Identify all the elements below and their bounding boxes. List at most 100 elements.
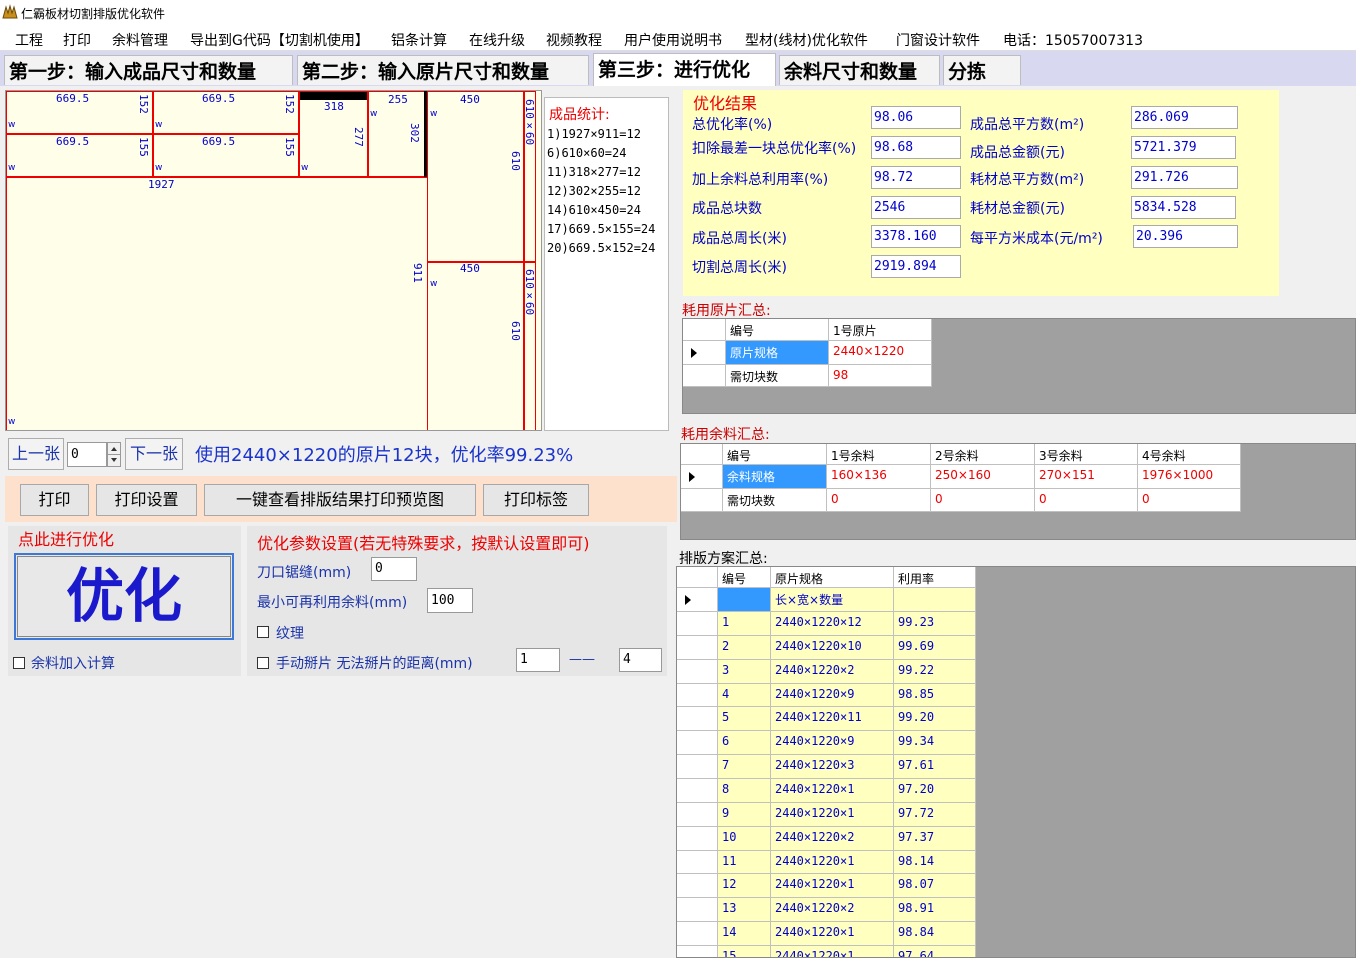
plan-spec-cell[interactable]: 2440×1220×2 xyxy=(771,827,894,851)
plan-rate-cell[interactable]: 99.34 xyxy=(894,731,976,755)
grid-cell[interactable]: 2440×1220 xyxy=(829,341,932,365)
min-reuse-input[interactable]: 100 xyxy=(427,588,473,613)
plan-number-cell[interactable]: 11 xyxy=(718,851,771,874)
grid-cell[interactable]: 0 xyxy=(931,489,1035,512)
plan-spec-cell[interactable]: 2440×1220×1 xyxy=(771,851,894,874)
plans-grid[interactable]: 编号 原片规格 利用率 长×宽×数量 1 2440×1220×12 99.23 2 24… xyxy=(676,566,1356,958)
plan-rate-cell[interactable]: 97.37 xyxy=(894,827,976,851)
plan-number-cell[interactable]: 12 xyxy=(718,874,771,898)
grid-cell[interactable]: 250×160 xyxy=(931,465,1035,489)
plan-rate-cell[interactable]: 97.64 xyxy=(894,946,976,957)
plan-rate-cell[interactable]: 98.84 xyxy=(894,922,976,946)
grid-cell[interactable]: 0 xyxy=(827,489,931,512)
plan-spec-cell[interactable]: 2440×1220×2 xyxy=(771,898,894,922)
plan-spec-cell[interactable]: 2440×1220×12 xyxy=(771,612,894,636)
plan-spec-cell[interactable]: 2440×1220×1 xyxy=(771,922,894,946)
print-label-button[interactable]: 打印标签 xyxy=(483,484,589,516)
plan-number-cell[interactable]: 15 xyxy=(718,946,771,957)
manual-break-from-input[interactable]: 1 xyxy=(516,648,560,672)
plan-number-cell[interactable]: 7 xyxy=(718,755,771,779)
plan-spec-cell[interactable]: 2440×1220×1 xyxy=(771,779,894,803)
menu-project[interactable]: 工程 xyxy=(15,30,43,50)
menu-print[interactable]: 打印 xyxy=(63,30,91,50)
plan-number-cell[interactable]: 3 xyxy=(718,660,771,684)
plan-rate-cell[interactable]: 99.20 xyxy=(894,707,976,731)
menu-aluminum-calc[interactable]: 铝条计算 xyxy=(391,30,447,50)
plan-number-cell[interactable]: 6 xyxy=(718,731,771,755)
plan-rate-cell[interactable]: 98.91 xyxy=(894,898,976,922)
layout-canvas[interactable]: 669.5 152 669.5 152 669.5 155 669.5 155 … xyxy=(5,90,542,431)
plan-rate-cell[interactable]: 97.61 xyxy=(894,755,976,779)
result-value: 98.68 xyxy=(871,136,961,159)
plan-number-cell[interactable]: 4 xyxy=(718,684,771,707)
menu-user-manual[interactable]: 用户使用说明书 xyxy=(624,30,722,50)
manual-break-checkbox[interactable] xyxy=(257,657,269,669)
plan-spec-cell[interactable]: 2440×1220×1 xyxy=(771,874,894,898)
plan-spec-cell[interactable]: 2440×1220×1 xyxy=(771,803,894,827)
plan-number-cell[interactable]: 2 xyxy=(718,636,771,660)
plan-number-cell[interactable]: 5 xyxy=(718,707,771,731)
grain-checkbox[interactable] xyxy=(257,626,269,638)
grid-cell[interactable]: 98 xyxy=(829,365,932,387)
params-title: 优化参数设置(若无特殊要求，按默认设置即可) xyxy=(257,534,590,553)
grid-cell[interactable]: 需切块数 xyxy=(726,365,829,387)
kerf-input[interactable]: 0 xyxy=(371,557,417,581)
tab-step1[interactable]: 第一步：输入成品尺寸和数量 xyxy=(4,55,293,85)
plan-spec-cell[interactable]: 2440×1220×9 xyxy=(771,684,894,707)
print-button[interactable]: 打印 xyxy=(20,484,89,516)
plan-rate-cell[interactable]: 99.69 xyxy=(894,636,976,660)
plan-rate-cell[interactable]: 98.85 xyxy=(894,684,976,707)
plan-spec-cell[interactable]: 2440×1220×1 xyxy=(771,946,894,957)
plan-rate-cell[interactable]: 99.23 xyxy=(894,612,976,636)
grid-cell[interactable] xyxy=(718,588,771,612)
menu-profile-software[interactable]: 型材(线材)优化软件 xyxy=(745,30,868,50)
grid-cell[interactable]: 0 xyxy=(1035,489,1138,512)
manual-break-to-input[interactable]: 4 xyxy=(619,648,662,672)
grid-cell[interactable]: 270×151 xyxy=(1035,465,1138,489)
plan-rate-cell[interactable]: 97.20 xyxy=(894,779,976,803)
menu-video-tutorial[interactable]: 视频教程 xyxy=(546,30,602,50)
plan-spec-cell[interactable]: 2440×1220×9 xyxy=(771,731,894,755)
menu-door-window-software[interactable]: 门窗设计软件 xyxy=(896,30,980,50)
print-setup-button[interactable]: 打印设置 xyxy=(96,484,197,516)
plan-number-cell[interactable]: 8 xyxy=(718,779,771,803)
menu-export-gcode[interactable]: 导出到G代码【切割机使用】 xyxy=(190,30,369,50)
sheet-index-spinner[interactable] xyxy=(107,442,121,467)
plan-rate-cell[interactable]: 97.72 xyxy=(894,803,976,827)
grid-cell[interactable]: 长×宽×数量 xyxy=(771,588,894,612)
optimize-button[interactable]: 优化 xyxy=(14,553,234,640)
prev-sheet-button[interactable]: 上一张 xyxy=(8,438,64,470)
sheets-grid[interactable]: 编号 1号原片 原片规格 2440×1220 需切块数 98 xyxy=(682,318,1356,414)
plan-spec-cell[interactable]: 2440×1220×10 xyxy=(771,636,894,660)
grid-cell[interactable]: 余料规格 xyxy=(723,465,827,489)
grid-cell[interactable]: 160×136 xyxy=(827,465,931,489)
grid-cell[interactable]: 需切块数 xyxy=(723,489,827,512)
tab-sort[interactable]: 分拣 xyxy=(943,55,1021,85)
tab-leftover[interactable]: 余料尺寸和数量 xyxy=(779,55,940,85)
grid-cell[interactable]: 0 xyxy=(1138,489,1241,512)
plan-number-cell[interactable]: 13 xyxy=(718,898,771,922)
plan-rate-cell[interactable]: 98.14 xyxy=(894,851,976,874)
plan-rate-cell[interactable]: 99.22 xyxy=(894,660,976,684)
plan-number-cell[interactable]: 9 xyxy=(718,803,771,827)
grid-cell[interactable]: 1976×1000 xyxy=(1138,465,1241,489)
menu-leftover-manage[interactable]: 余料管理 xyxy=(112,30,168,50)
tab-step3[interactable]: 第三步：进行优化 xyxy=(593,53,776,86)
plan-rate-cell[interactable]: 98.07 xyxy=(894,874,976,898)
plan-spec-cell[interactable]: 2440×1220×2 xyxy=(771,660,894,684)
menu-online-upgrade[interactable]: 在线升级 xyxy=(469,30,525,50)
plan-spec-cell[interactable]: 2440×1220×3 xyxy=(771,755,894,779)
plan-spec-cell[interactable]: 2440×1220×11 xyxy=(771,707,894,731)
leftover-checkbox[interactable] xyxy=(13,657,25,669)
next-sheet-button[interactable]: 下一张 xyxy=(125,438,183,470)
grid-cell[interactable] xyxy=(894,588,976,612)
grid-cell[interactable]: 原片规格 xyxy=(726,341,829,365)
tab-step2[interactable]: 第二步：输入原片尺寸和数量 xyxy=(297,55,589,85)
plan-number-cell[interactable]: 14 xyxy=(718,922,771,946)
plan-number-cell[interactable]: 10 xyxy=(718,827,771,851)
print-preview-button[interactable]: 一键查看排版结果打印预览图 xyxy=(204,484,476,516)
leftovers-grid[interactable]: 编号 1号余料 2号余料 3号余料 4号余料 余料规格 160×136 250×… xyxy=(680,443,1356,540)
app-logo-icon xyxy=(2,4,18,19)
sheet-index-input[interactable]: 0 xyxy=(67,442,107,467)
plan-number-cell[interactable]: 1 xyxy=(718,612,771,636)
